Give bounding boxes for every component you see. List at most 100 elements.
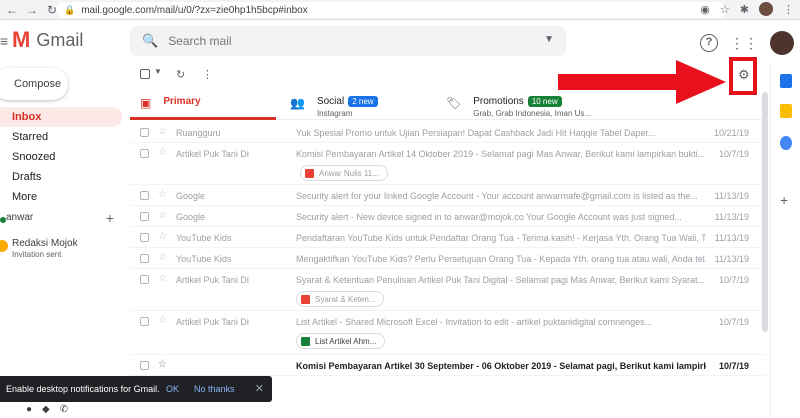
contact-avatar xyxy=(0,240,8,252)
contact-name: Redaksi Mojok xyxy=(12,238,78,249)
row-checkbox[interactable] xyxy=(140,149,149,158)
attachment-name: Anwar Nulis 11... xyxy=(319,168,379,178)
tab-label: Social xyxy=(316,96,345,107)
email-subject: Pendaftaran YouTube Kids untuk Pendaftar… xyxy=(296,233,706,243)
browser-toolbar: ← → ↻ 🔒 mail.google.com/mail/u/0/?zx=zie… xyxy=(0,0,800,20)
browser-profile-avatar[interactable] xyxy=(759,2,773,16)
search-options-icon[interactable]: ▼ xyxy=(544,34,554,45)
person-icon[interactable]: ● xyxy=(26,404,32,415)
back-icon[interactable]: ← xyxy=(4,3,20,17)
star-icon[interactable]: ☆ xyxy=(158,273,167,284)
attachment-chip[interactable]: Anwar Nulis 11... xyxy=(300,165,388,181)
email-row[interactable]: ☆ Artikel Puk Tani Di Komisi Pembayaran … xyxy=(130,143,765,185)
browser-menu-icon[interactable]: ⋮ xyxy=(783,3,794,16)
help-icon[interactable]: ? xyxy=(700,34,718,52)
close-icon[interactable]: ✕ xyxy=(255,382,264,395)
no-thanks-button[interactable]: No thanks xyxy=(194,384,235,394)
account-avatar[interactable] xyxy=(770,31,794,55)
calendar-icon[interactable] xyxy=(780,74,792,88)
more-actions-icon[interactable]: ⋮ xyxy=(202,68,213,81)
star-icon[interactable]: ☆ xyxy=(158,189,167,200)
row-checkbox[interactable] xyxy=(140,191,149,200)
star-icon[interactable]: ☆ xyxy=(158,126,167,137)
email-row[interactable]: ☆ Ruangguru Yuk Spesial Promo untuk Ujia… xyxy=(130,122,765,143)
inbox-icon: ▣ xyxy=(140,96,152,110)
tab-social[interactable]: 👥 Social 2 new Instagram xyxy=(290,90,440,120)
email-subject: List Artikel - Shared Microsoft Excel - … xyxy=(296,317,653,327)
email-row[interactable]: ☆ Artikel Puk Tani Di Syarat & Ketentuan… xyxy=(130,269,765,311)
row-checkbox[interactable] xyxy=(140,317,149,326)
email-date: 11/13/19 xyxy=(714,212,749,222)
keep-icon[interactable] xyxy=(780,104,792,118)
attachment-name: List Artikel Ahm... xyxy=(315,336,377,346)
settings-gear-icon[interactable]: ⚙ xyxy=(738,67,750,83)
star-icon[interactable]: ☆ xyxy=(158,210,167,221)
file-icon xyxy=(301,294,310,304)
sidebar-item-drafts[interactable]: Drafts xyxy=(0,167,122,187)
email-subject: Syarat & Ketentuan Penulisan Artikel Puk… xyxy=(296,275,706,285)
apps-grid-icon[interactable]: ⋮⋮ xyxy=(730,35,758,52)
tab-senders: Instagram xyxy=(316,109,353,118)
select-all-checkbox[interactable] xyxy=(140,69,150,79)
row-checkbox[interactable] xyxy=(140,212,149,221)
email-row[interactable]: ☆ YouTube Kids Pendaftaran YouTube Kids … xyxy=(130,227,765,248)
row-checkbox[interactable] xyxy=(140,275,149,284)
star-icon[interactable]: ☆ xyxy=(158,359,167,370)
row-checkbox[interactable] xyxy=(140,233,149,242)
email-date: 10/21/19 xyxy=(713,128,749,138)
email-sender: Google xyxy=(176,191,206,201)
attachment-name: Syarat & Keten... xyxy=(315,294,376,304)
refresh-icon[interactable]: ↻ xyxy=(176,68,185,81)
sidebar-item-label: Snoozed xyxy=(12,151,56,163)
star-icon[interactable]: ☆ xyxy=(158,231,167,242)
email-row[interactable]: ☆ Google Security alert for your linked … xyxy=(130,185,765,206)
star-icon[interactable]: ☆ xyxy=(158,315,167,326)
row-checkbox[interactable] xyxy=(140,361,149,370)
search-icon[interactable]: 🔍 xyxy=(142,33,158,49)
sidebar: Inbox Starred Snoozed Drafts More xyxy=(0,107,122,207)
notification-snackbar: Enable desktop notifications for Gmail. … xyxy=(0,376,272,402)
sidebar-item-more[interactable]: More xyxy=(0,187,122,207)
row-checkbox[interactable] xyxy=(140,254,149,263)
attachment-chip[interactable]: Syarat & Keten... xyxy=(296,291,385,307)
hangouts-footer: ● ◆ ✆ xyxy=(26,404,68,415)
star-icon[interactable]: ☆ xyxy=(158,252,167,263)
phone-icon[interactable]: ✆ xyxy=(60,404,68,415)
sidebar-item-snoozed[interactable]: Snoozed xyxy=(0,147,122,167)
extension-icon[interactable]: ✱ xyxy=(740,3,749,16)
new-chat-icon[interactable]: + xyxy=(106,210,114,226)
tab-label: Primary xyxy=(163,96,201,107)
address-bar[interactable]: 🔒 mail.google.com/mail/u/0/?zx=zie0hp1h5… xyxy=(56,2,726,18)
scrollbar[interactable] xyxy=(762,92,768,332)
ok-button[interactable]: OK xyxy=(166,384,179,394)
email-row[interactable]: ☆ Artikel Puk Tani Di List Artikel - Sha… xyxy=(130,311,765,355)
bookmark-star-icon[interactable]: ☆ xyxy=(720,3,730,16)
search-box[interactable]: 🔍 ▼ xyxy=(130,26,566,56)
select-dropdown-icon[interactable]: ▼ xyxy=(154,67,162,76)
gmail-m-icon: M xyxy=(12,27,31,52)
email-row[interactable]: ☆ Komisi Pembayaran Artikel 30 September… xyxy=(130,355,765,376)
gmail-logo[interactable]: M Gmail xyxy=(12,29,83,51)
sheets-icon xyxy=(301,336,310,346)
email-row[interactable]: ☆ Google Security alert - New device sig… xyxy=(130,206,765,227)
sidebar-item-inbox[interactable]: Inbox xyxy=(0,107,122,127)
eye-icon[interactable]: ◉ xyxy=(700,3,710,16)
attachment-chip[interactable]: List Artikel Ahm... xyxy=(296,333,386,349)
main-menu-icon[interactable]: ≡ xyxy=(0,33,8,49)
row-checkbox[interactable] xyxy=(140,128,149,137)
search-input[interactable] xyxy=(168,34,529,48)
forward-icon[interactable]: → xyxy=(24,3,40,17)
tab-primary[interactable]: ▣ Primary xyxy=(130,90,276,120)
compose-button[interactable]: Compose xyxy=(0,68,68,100)
email-subject: Mengaktifkan YouTube Kids? Perlu Persetu… xyxy=(296,254,706,264)
sidebar-item-starred[interactable]: Starred xyxy=(0,127,122,147)
hangouts-account[interactable]: anwar + xyxy=(0,210,122,228)
chat-bubble-icon[interactable]: ◆ xyxy=(42,404,50,415)
email-subject: Komisi Pembayaran Artikel 14 Oktober 201… xyxy=(296,149,706,159)
email-date: 10/7/19 xyxy=(718,149,749,159)
get-addons-icon[interactable]: + xyxy=(780,192,788,208)
url-text: mail.google.com/mail/u/0/?zx=zie0hp1h5bc… xyxy=(81,4,308,16)
star-icon[interactable]: ☆ xyxy=(158,147,167,158)
email-row[interactable]: ☆ YouTube Kids Mengaktifkan YouTube Kids… xyxy=(130,248,765,269)
tasks-icon[interactable] xyxy=(780,136,792,150)
